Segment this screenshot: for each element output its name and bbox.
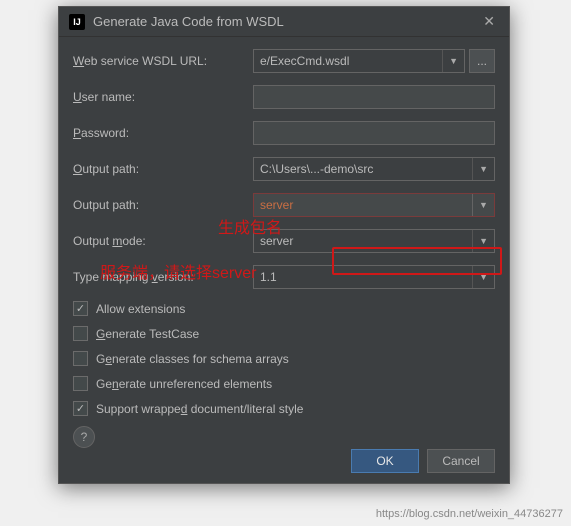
dialog-window: IJ Generate Java Code from WSDL ✕ Web se… [58, 6, 510, 484]
cancel-button[interactable]: Cancel [427, 449, 495, 473]
chevron-down-icon: ▼ [472, 266, 488, 288]
chevron-down-icon: ▼ [472, 158, 488, 180]
type-mapping-dropdown[interactable]: 1.1 ▼ [253, 265, 495, 289]
wsdl-url-value: e/ExecCmd.wsdl [260, 54, 349, 68]
chevron-down-icon: ▼ [472, 194, 494, 216]
output-mode-value: server [260, 234, 293, 248]
checkbox-icon [73, 351, 88, 366]
checkbox-icon [73, 376, 88, 391]
allow-extensions-label: Allow extensions [96, 302, 185, 316]
app-icon: IJ [69, 14, 85, 30]
close-icon[interactable]: ✕ [479, 13, 499, 30]
generate-unref-label: Generate unreferenced elements [96, 377, 272, 391]
user-name-input[interactable] [253, 85, 495, 109]
generate-testcase-label: Generate TestCase [96, 327, 199, 341]
wsdl-url-dropdown[interactable]: e/ExecCmd.wsdl ▼ [253, 49, 465, 73]
wsdl-url-label: Web service WSDL URL: [73, 54, 253, 68]
checkbox-icon [73, 326, 88, 341]
generate-testcase-row[interactable]: Generate TestCase [73, 326, 495, 341]
browse-wsdl-button[interactable]: ... [469, 49, 495, 73]
output-mode-label: Output mode: [73, 234, 253, 248]
user-name-label: User name: [73, 90, 253, 104]
password-label: Password: [73, 126, 253, 140]
output-path-value: C:\Users\...-demo\src [260, 162, 373, 176]
dialog-title: Generate Java Code from WSDL [93, 14, 284, 29]
output-package-input[interactable]: ▼ [253, 193, 495, 217]
help-button[interactable]: ? [73, 426, 95, 448]
watermark: https://blog.csdn.net/weixin_44736277 [376, 508, 563, 520]
output-path-label: Output path: [73, 162, 253, 176]
chevron-down-icon: ▼ [472, 230, 488, 252]
generate-schema-label: Generate classes for schema arrays [96, 352, 289, 366]
support-wrapped-label: Support wrapped document/literal style [96, 402, 303, 416]
type-mapping-label: Type mapping version: [73, 270, 253, 284]
form-body: Web service WSDL URL: e/ExecCmd.wsdl ▼ .… [59, 37, 509, 456]
chevron-down-icon: ▼ [442, 50, 458, 72]
support-wrapped-row[interactable]: ✓ Support wrapped document/literal style [73, 401, 495, 416]
output-package-label: Output path: [73, 198, 253, 212]
output-package-field[interactable] [254, 194, 472, 216]
output-path-dropdown[interactable]: C:\Users\...-demo\src ▼ [253, 157, 495, 181]
generate-schema-row[interactable]: Generate classes for schema arrays [73, 351, 495, 366]
type-mapping-value: 1.1 [260, 270, 277, 284]
dialog-footer: OK Cancel [351, 449, 495, 473]
generate-unref-row[interactable]: Generate unreferenced elements [73, 376, 495, 391]
checkbox-icon: ✓ [73, 301, 88, 316]
output-mode-dropdown[interactable]: server ▼ [253, 229, 495, 253]
checkbox-icon: ✓ [73, 401, 88, 416]
password-input[interactable] [253, 121, 495, 145]
titlebar: IJ Generate Java Code from WSDL ✕ [59, 7, 509, 37]
allow-extensions-row[interactable]: ✓ Allow extensions [73, 301, 495, 316]
ok-button[interactable]: OK [351, 449, 419, 473]
